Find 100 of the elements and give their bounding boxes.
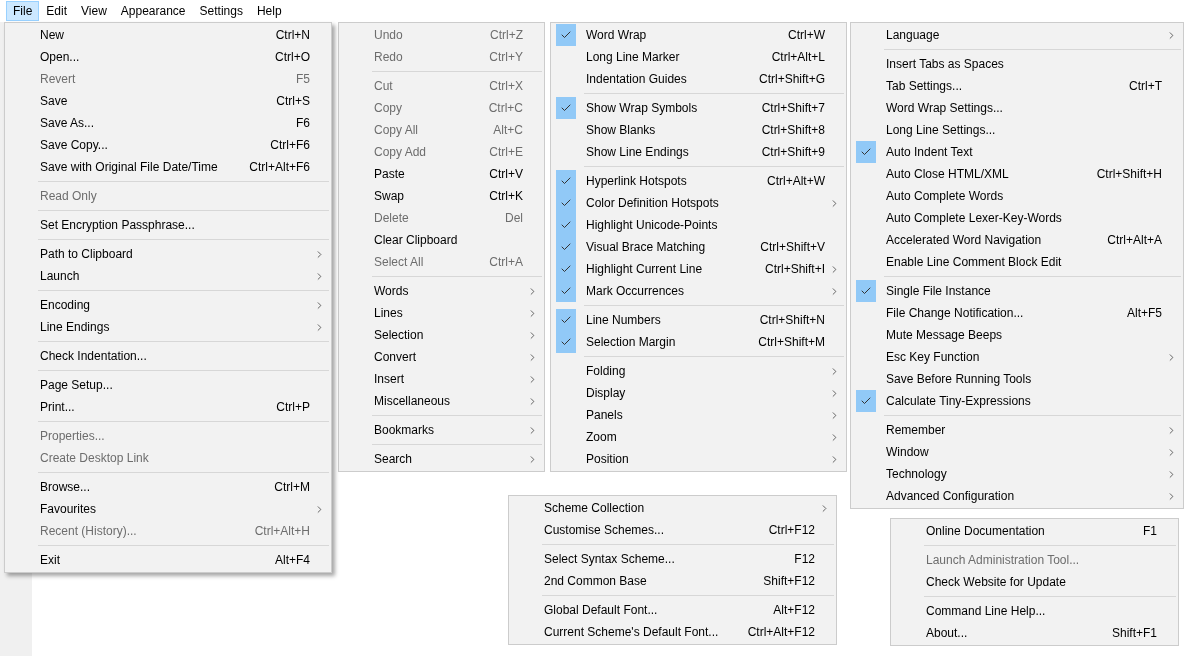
shortcut-text: Ctrl+N <box>275 27 310 44</box>
menu-item[interactable]: Check Website for Update <box>893 571 1176 593</box>
menu-item[interactable]: Word Wrap Settings... <box>853 97 1181 119</box>
menu-item[interactable]: Mute Message Beeps <box>853 324 1181 346</box>
menu-bar-item[interactable]: Help <box>249 1 289 21</box>
menu-item[interactable]: Show Wrap Symbols Ctrl+Shift+7 <box>553 97 844 119</box>
menu-item[interactable]: Esc Key Function <box>853 346 1181 368</box>
menu-bar-item[interactable]: Edit <box>39 1 75 21</box>
menu-item[interactable]: Position <box>553 448 844 470</box>
menu-item[interactable]: Launch <box>7 265 329 287</box>
menu-item[interactable]: Online Documentation F1 <box>893 520 1176 542</box>
menu-item[interactable]: Save with Original File Date/Time Ctrl+Alt+F6 <box>7 156 329 178</box>
menu-item[interactable]: Current Scheme's Default Font... Ctrl+Alt+F12 <box>511 621 834 643</box>
menu-item[interactable]: Panels <box>553 404 844 426</box>
menu-item[interactable]: Folding <box>553 360 844 382</box>
shortcut-text: Ctrl+W <box>788 27 825 44</box>
menu-item[interactable]: Selection Margin Ctrl+Shift+M <box>553 331 844 353</box>
menu-item[interactable]: Page Setup... <box>7 374 329 396</box>
shortcut-text: Ctrl+F12 <box>768 522 815 539</box>
menu-item[interactable]: Convert <box>341 346 542 368</box>
menu-item[interactable]: Select Syntax Scheme... F12 <box>511 548 834 570</box>
menu-item[interactable]: About... Shift+F1 <box>893 622 1176 644</box>
shortcut-text: Ctrl+S <box>276 93 310 110</box>
menu-item[interactable]: Set Encryption Passphrase... <box>7 214 329 236</box>
shortcut-text: Ctrl+P <box>276 399 310 416</box>
shortcut-text: Ctrl+Shift+G <box>758 71 825 88</box>
menu-item[interactable]: Language <box>853 24 1181 46</box>
menu-item[interactable]: Global Default Font... Alt+F12 <box>511 599 834 621</box>
menu-item[interactable]: Show Blanks Ctrl+Shift+8 <box>553 119 844 141</box>
menu-item[interactable]: File Change Notification... Alt+F5 <box>853 302 1181 324</box>
menu-item[interactable]: Words <box>341 280 542 302</box>
menu-bar-item[interactable]: File <box>6 1 40 21</box>
menu-item[interactable]: Swap Ctrl+K <box>341 185 542 207</box>
menu-item[interactable]: Indentation Guides Ctrl+Shift+G <box>553 68 844 90</box>
menu-item[interactable]: Mark Occurrences <box>553 280 844 302</box>
menu-item[interactable]: Bookmarks <box>341 419 542 441</box>
menu-item[interactable]: Exit Alt+F4 <box>7 549 329 571</box>
menu-item[interactable]: Highlight Current Line Ctrl+Shift+I <box>553 258 844 280</box>
menu-item[interactable]: Display <box>553 382 844 404</box>
shortcut-text: Ctrl+K <box>489 188 523 205</box>
menu-item[interactable]: Auto Complete Words <box>853 185 1181 207</box>
menu-item[interactable]: Line Endings <box>7 316 329 338</box>
menu-item[interactable]: Save Ctrl+S <box>7 90 329 112</box>
shortcut-text: Ctrl+Shift+8 <box>761 122 825 139</box>
menu-item[interactable]: Remember <box>853 419 1181 441</box>
menu-item[interactable]: Check Indentation... <box>7 345 329 367</box>
shortcut-text: Del <box>505 210 523 227</box>
menu-item[interactable]: Customise Schemes... Ctrl+F12 <box>511 519 834 541</box>
menu-item[interactable]: Long Line Marker Ctrl+Alt+L <box>553 46 844 68</box>
menu-item[interactable]: Print... Ctrl+P <box>7 396 329 418</box>
menu-item[interactable]: Browse... Ctrl+M <box>7 476 329 498</box>
menu-item[interactable]: Save Copy... Ctrl+F6 <box>7 134 329 156</box>
menu-item[interactable]: Technology <box>853 463 1181 485</box>
menu-item[interactable]: Auto Indent Text <box>853 141 1181 163</box>
menu-bar-item[interactable]: View <box>74 1 114 21</box>
menu-item[interactable]: Line Numbers Ctrl+Shift+N <box>553 309 844 331</box>
menu-item[interactable]: Command Line Help... <box>893 600 1176 622</box>
menu-item[interactable]: Visual Brace Matching Ctrl+Shift+V <box>553 236 844 258</box>
shortcut-text: Ctrl+Shift+V <box>760 239 825 256</box>
menu-item[interactable]: Insert Tabs as Spaces <box>853 53 1181 75</box>
menu-item[interactable]: Open... Ctrl+O <box>7 46 329 68</box>
menu-item[interactable]: Enable Line Comment Block Edit <box>853 251 1181 273</box>
menu-item[interactable]: Show Line Endings Ctrl+Shift+9 <box>553 141 844 163</box>
menu-bar-item[interactable]: Appearance <box>113 1 193 21</box>
menu-item[interactable]: Word Wrap Ctrl+W <box>553 24 844 46</box>
menu-item[interactable]: Save As... F6 <box>7 112 329 134</box>
menu-item[interactable]: Favourites <box>7 498 329 520</box>
menu-item[interactable]: Save Before Running Tools <box>853 368 1181 390</box>
menu-item[interactable]: Zoom <box>553 426 844 448</box>
shortcut-text: Ctrl+Alt+W <box>767 173 825 190</box>
menu-bar-item[interactable]: Settings <box>192 1 250 21</box>
shortcut-text: Ctrl+C <box>488 100 523 117</box>
menu-item[interactable]: Highlight Unicode-Points <box>553 214 844 236</box>
menu-item[interactable]: Long Line Settings... <box>853 119 1181 141</box>
shortcut-text: Ctrl+Shift+M <box>758 334 825 351</box>
menu-item[interactable]: Encoding <box>7 294 329 316</box>
menu-item[interactable]: Miscellaneous <box>341 390 542 412</box>
menu-item[interactable]: Path to Clipboard <box>7 243 329 265</box>
menu-item[interactable]: Lines <box>341 302 542 324</box>
menu-item[interactable]: Paste Ctrl+V <box>341 163 542 185</box>
menu-item[interactable]: 2nd Common Base Shift+F12 <box>511 570 834 592</box>
menu-item[interactable]: Auto Complete Lexer-Key-Words <box>853 207 1181 229</box>
menu-item[interactable]: Accelerated Word Navigation Ctrl+Alt+A <box>853 229 1181 251</box>
menu-item[interactable]: Window <box>853 441 1181 463</box>
menu-item[interactable]: New Ctrl+N <box>7 24 329 46</box>
menu-item[interactable]: Tab Settings... Ctrl+T <box>853 75 1181 97</box>
shortcut-text: F6 <box>296 115 310 132</box>
menu-item[interactable]: Calculate Tiny-Expressions <box>853 390 1181 412</box>
menu-item[interactable]: Selection <box>341 324 542 346</box>
menu-item[interactable]: Single File Instance <box>853 280 1181 302</box>
menu-item[interactable]: Auto Close HTML/XML Ctrl+Shift+H <box>853 163 1181 185</box>
menu-item[interactable]: Color Definition Hotspots <box>553 192 844 214</box>
menu-item[interactable]: Insert <box>341 368 542 390</box>
shortcut-text: Alt+F5 <box>1127 305 1162 322</box>
menu-item[interactable]: Scheme Collection <box>511 497 834 519</box>
menu-item[interactable]: Hyperlink Hotspots Ctrl+Alt+W <box>553 170 844 192</box>
menu-item[interactable]: Clear Clipboard <box>341 229 542 251</box>
menu-item[interactable]: Advanced Configuration <box>853 485 1181 507</box>
menu-item[interactable]: Search <box>341 448 542 470</box>
shortcut-text: Ctrl+Alt+H <box>254 523 310 540</box>
